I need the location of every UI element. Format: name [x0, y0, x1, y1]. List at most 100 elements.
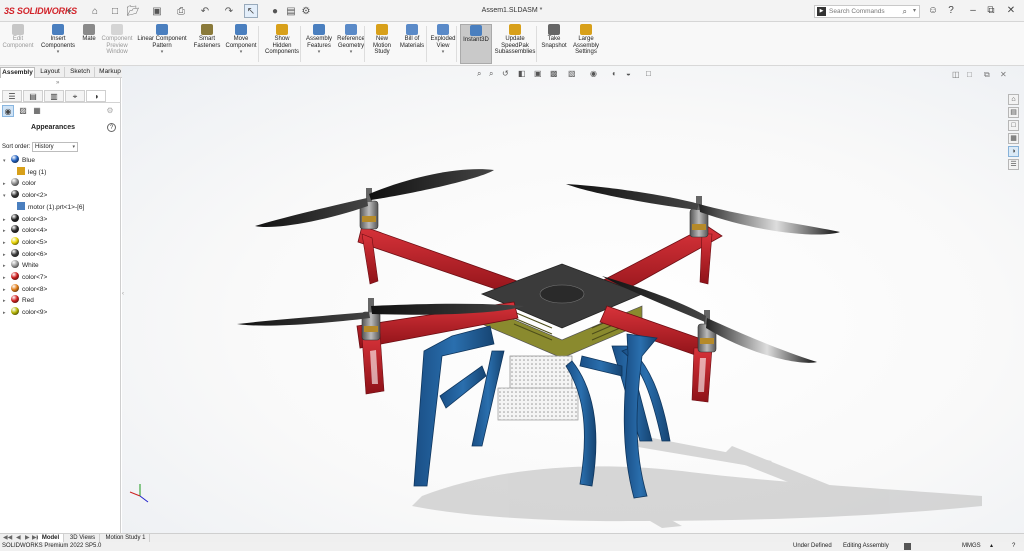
- restore-button[interactable]: ⧉: [984, 4, 998, 18]
- chevron-down-icon[interactable]: ▾: [72, 143, 75, 152]
- decals-view-icon[interactable]: ▨: [17, 105, 29, 117]
- large-assembly-button[interactable]: Large Assembly Settings: [570, 24, 602, 56]
- minimize-button[interactable]: –: [966, 4, 980, 18]
- chevron-down-icon[interactable]: ▾: [304, 49, 334, 56]
- command-label: Exploded View: [430, 36, 456, 49]
- editing-status: Editing Assembly: [843, 543, 889, 549]
- quick-tips-icon[interactable]: ?: [1012, 542, 1015, 551]
- coordinate-triad: [129, 484, 149, 503]
- tree-appearance-item[interactable]: ▸ White: [3, 260, 39, 271]
- collapse-arrow-icon[interactable]: ▾: [3, 156, 11, 167]
- search-icon[interactable]: ⌕: [903, 6, 907, 17]
- panel-collapse-icon[interactable]: »: [56, 80, 59, 86]
- expand-arrow-icon[interactable]: ▸: [3, 215, 11, 226]
- tree-part-item[interactable]: leg (1): [17, 166, 46, 178]
- instant3d-button[interactable]: Instant3D: [460, 24, 492, 64]
- chevron-down-icon[interactable]: ▾: [222, 49, 260, 56]
- reference-geometry-button[interactable]: Reference Geometry ▾: [334, 24, 368, 56]
- help-icon[interactable]: ?: [107, 123, 116, 132]
- display-manager-toolbar: ◉ ▨ ▦ ⚙: [0, 104, 121, 118]
- tree-appearance-item[interactable]: ▸ color<7>: [3, 272, 47, 283]
- speedpak-button[interactable]: Update SpeedPak Subassemblies: [494, 24, 536, 56]
- search-scope-icon[interactable]: ▶: [817, 7, 826, 16]
- toolbar-separator: [258, 26, 259, 62]
- tree-appearance-item[interactable]: ▸ color<4>: [3, 225, 47, 236]
- show-hidden-icon: [276, 24, 288, 35]
- user-account-icon[interactable]: ☺: [926, 4, 940, 18]
- feature-manager-tab[interactable]: ☰: [2, 90, 22, 102]
- help-icon[interactable]: ?: [944, 4, 958, 18]
- drone-model[interactable]: [122, 66, 1024, 533]
- expand-arrow-icon[interactable]: ▸: [3, 285, 11, 296]
- dimxpert-manager-tab[interactable]: ⌖: [65, 90, 85, 102]
- sort-order-select[interactable]: History ▾: [32, 142, 78, 152]
- snapshot-button[interactable]: Take Snapshot: [540, 24, 568, 49]
- tab-markup[interactable]: Markup: [96, 67, 125, 78]
- tab-assembly[interactable]: Assembly: [0, 67, 35, 78]
- chevron-down-icon[interactable]: ▾: [334, 49, 368, 56]
- tree-item-label: Blue: [22, 157, 36, 164]
- tree-appearance-item[interactable]: ▸ color<3>: [3, 213, 47, 226]
- chevron-down-icon[interactable]: ▾: [38, 49, 78, 56]
- bom-button[interactable]: Bill of Materials: [396, 24, 428, 49]
- expand-arrow-icon[interactable]: ▸: [3, 296, 11, 307]
- expand-arrow-icon[interactable]: ▸: [3, 250, 11, 261]
- display-manager-tab[interactable]: ◑: [86, 90, 106, 102]
- expand-arrow-icon[interactable]: ▸: [3, 238, 11, 249]
- graphics-viewport[interactable]: ⌕ ⌕ ↺ ◧ ▣ ▩ ▧ ◉ ◐ ◒ □ ◫ □ ⧉ ✕ ‹ ⌂ ▤ □ ▦ …: [122, 66, 1024, 533]
- tree-appearance-item[interactable]: ▸ Red: [3, 295, 34, 306]
- settings-icon[interactable]: ⚙: [104, 105, 116, 117]
- mate-icon: [83, 24, 95, 35]
- configuration-manager-tab[interactable]: ▥: [44, 90, 64, 102]
- exploded-view-icon: [437, 24, 449, 35]
- chevron-down-icon[interactable]: ▾: [428, 49, 458, 56]
- units-selector[interactable]: MMGS: [962, 542, 981, 551]
- property-manager-tab[interactable]: ▤: [23, 90, 43, 102]
- appearance-swatch-icon: [11, 190, 19, 199]
- smart-fasteners-button[interactable]: Smart Fasteners: [192, 24, 222, 49]
- expand-arrow-icon[interactable]: ▸: [3, 261, 11, 272]
- appearance-swatch-icon: [11, 248, 19, 257]
- tab-layout[interactable]: Layout: [36, 67, 65, 78]
- tree-appearance-item[interactable]: ▸ color<8>: [3, 283, 47, 296]
- show-hidden-button[interactable]: Show Hidden Components: [262, 24, 302, 56]
- linear-pattern-button[interactable]: Linear Component Pattern ▾: [134, 24, 190, 56]
- command-manager: Edit Component Insert Components ▾ Mate Comp…: [0, 22, 1024, 66]
- move-component-button[interactable]: Move Component ▾: [222, 24, 260, 56]
- command-label: Component Preview Window: [101, 36, 133, 55]
- tree-appearance-item[interactable]: ▸ color<5>: [3, 236, 47, 249]
- insert-components-button[interactable]: Insert Components ▾: [38, 24, 78, 56]
- tree-appearance-item[interactable]: ▾ color<2>: [3, 190, 47, 201]
- motion-study-button[interactable]: New Motion Study: [368, 24, 396, 56]
- chevron-down-icon[interactable]: ▾: [913, 6, 916, 17]
- tree-appearance-item[interactable]: ▸ color: [3, 178, 36, 189]
- chevron-up-icon[interactable]: ▴: [990, 542, 993, 551]
- status-indicator-icon[interactable]: [904, 543, 911, 550]
- expand-arrow-icon[interactable]: ▸: [3, 226, 11, 237]
- tree-part-item[interactable]: motor (1).prt<1>-[6]: [17, 201, 84, 213]
- tab-sketch[interactable]: Sketch: [66, 67, 95, 78]
- expand-arrow-icon[interactable]: ▸: [3, 308, 11, 319]
- tree-appearance-item[interactable]: ▸ color<6>: [3, 248, 47, 261]
- appearances-view-icon[interactable]: ◉: [2, 105, 14, 117]
- expand-arrow-icon[interactable]: ▸: [3, 179, 11, 190]
- tree-appearance-item[interactable]: ▸ color<9>: [3, 307, 47, 318]
- edit-component-button[interactable]: Edit Component: [0, 24, 36, 49]
- tree-appearance-item[interactable]: ▾ Blue: [3, 155, 35, 166]
- search-commands-input[interactable]: ▶ Search Commands ⌕ ▾: [814, 5, 920, 18]
- chevron-down-icon[interactable]: ▾: [134, 49, 190, 56]
- exploded-view-button[interactable]: Exploded View ▾: [428, 24, 458, 56]
- model-view-tabs: ◀◀ ◀ ▶ ▶▶ Model 3D Views Motion Study 1: [0, 533, 1024, 543]
- close-button[interactable]: ✕: [1004, 4, 1018, 18]
- toolbar-separator: [536, 26, 537, 62]
- collapse-arrow-icon[interactable]: ▾: [3, 191, 11, 202]
- definition-status: Under Defined: [793, 543, 832, 549]
- mate-button[interactable]: Mate: [78, 24, 100, 43]
- scene-view-icon[interactable]: ▦: [31, 105, 43, 117]
- appearance-swatch-icon: [11, 225, 19, 234]
- toolbar-separator: [300, 26, 301, 62]
- component-preview-button[interactable]: Component Preview Window: [100, 24, 134, 56]
- appearance-swatch-icon: [11, 295, 19, 304]
- expand-arrow-icon[interactable]: ▸: [3, 273, 11, 284]
- assembly-features-button[interactable]: Assembly Features ▾: [304, 24, 334, 56]
